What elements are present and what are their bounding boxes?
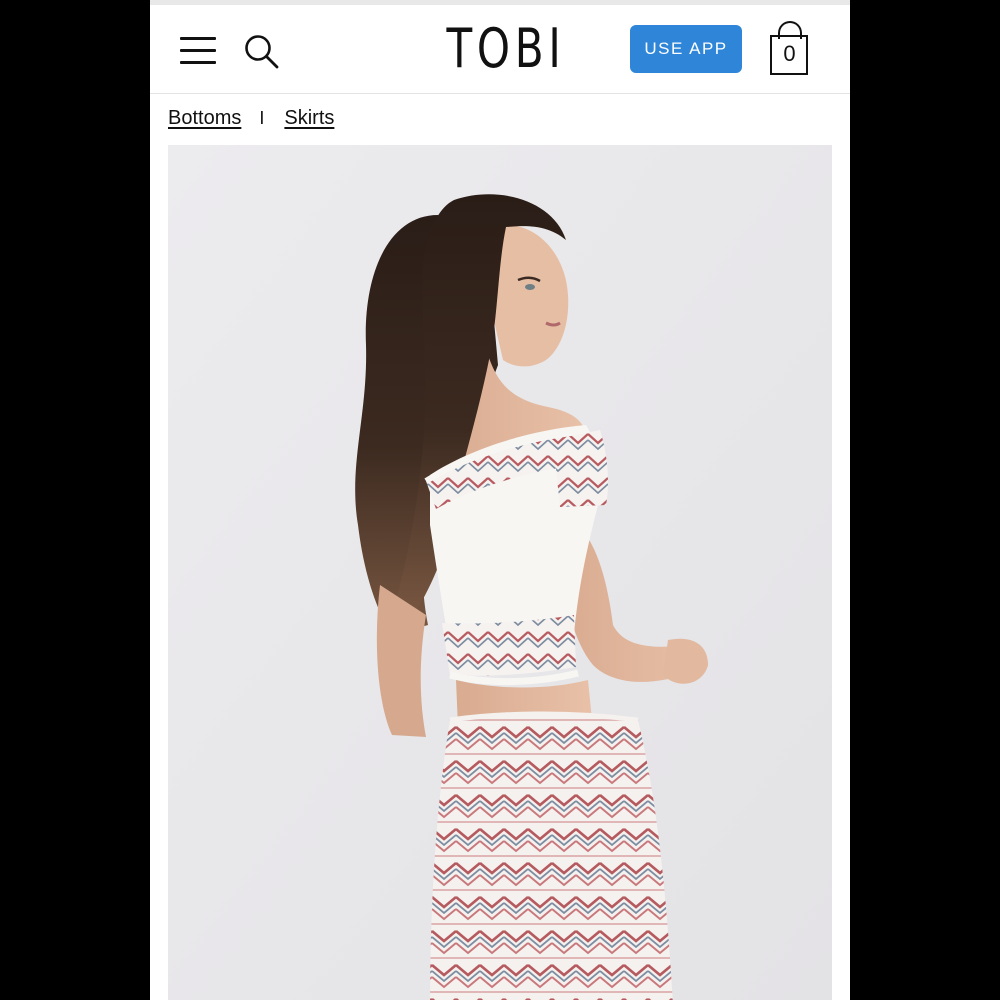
model-photo-illustration — [168, 145, 832, 1000]
search-icon[interactable] — [242, 32, 282, 72]
product-image[interactable] — [168, 145, 832, 1000]
shopping-bag-icon[interactable]: 0 — [768, 19, 812, 77]
breadcrumb-separator: I — [259, 107, 265, 128]
site-header: TOBI USE APP 0 — [150, 5, 850, 94]
breadcrumb-link-skirts[interactable]: Skirts — [284, 107, 334, 130]
cart-count: 0 — [783, 41, 796, 66]
brand-logo[interactable]: TOBI — [447, 19, 564, 79]
use-app-button[interactable]: USE APP — [630, 25, 742, 73]
menu-icon[interactable] — [180, 37, 216, 65]
breadcrumb: Bottoms I Skirts — [168, 103, 334, 133]
app-screen: TOBI USE APP 0 Bottoms I Skirts — [150, 0, 850, 1000]
breadcrumb-link-bottoms[interactable]: Bottoms — [168, 107, 241, 130]
